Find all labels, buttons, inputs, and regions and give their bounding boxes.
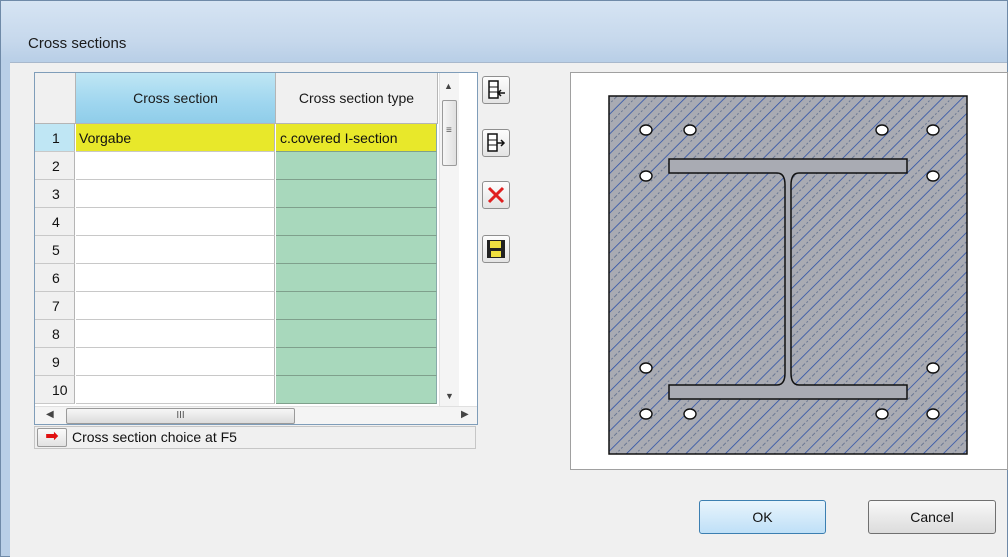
cell-cross-section[interactable] <box>76 180 275 208</box>
delete-button[interactable] <box>482 181 510 209</box>
row-number[interactable]: 6 <box>35 264 75 292</box>
cell-cross-section[interactable] <box>76 348 275 376</box>
cell-cross-section-type[interactable] <box>276 292 437 320</box>
ok-button[interactable]: OK <box>699 500 826 534</box>
cell-cross-section-type[interactable] <box>276 376 437 404</box>
dialog-title: Cross sections <box>28 35 127 52</box>
save-icon <box>487 240 505 258</box>
append-row-button[interactable] <box>482 129 510 157</box>
row-number[interactable]: 8 <box>35 320 75 348</box>
table-row[interactable]: 4 <box>35 208 438 236</box>
delete-icon <box>487 186 505 204</box>
scroll-right-icon[interactable]: ▶ <box>461 409 469 420</box>
table-row[interactable]: 9 <box>35 348 438 376</box>
cell-cross-section[interactable] <box>76 376 275 404</box>
scroll-down-icon[interactable]: ▼ <box>445 391 454 401</box>
cell-cross-section-type[interactable] <box>276 236 437 264</box>
row-number[interactable]: 3 <box>35 180 75 208</box>
row-number[interactable]: 9 <box>35 348 75 376</box>
cell-cross-section-type[interactable]: c.covered I-section <box>276 124 437 152</box>
vertical-scrollbar[interactable]: ▲ ≡ ▼ <box>439 73 459 406</box>
column-header-cross-section[interactable]: Cross section <box>76 73 276 124</box>
table-row[interactable]: 1 Vorgabe c.covered I-section <box>35 124 438 152</box>
cross-section-preview <box>570 72 1008 470</box>
status-text: Cross section choice at F5 <box>72 429 237 445</box>
cancel-button[interactable]: Cancel <box>868 500 996 534</box>
cross-section-drawing <box>608 95 968 455</box>
horizontal-scroll-thumb[interactable]: III <box>66 408 295 424</box>
cell-cross-section[interactable] <box>76 264 275 292</box>
table-row[interactable]: 7 <box>35 292 438 320</box>
table-row[interactable]: 3 <box>35 180 438 208</box>
dialog-client: Cross section Cross section type 1 Vorgab… <box>10 62 1008 557</box>
column-header-cross-section-type[interactable]: Cross section type <box>276 73 438 124</box>
cell-cross-section-type[interactable] <box>276 264 437 292</box>
cell-cross-section-type[interactable] <box>276 152 437 180</box>
cell-cross-section-type[interactable] <box>276 180 437 208</box>
cell-cross-section-type[interactable] <box>276 208 437 236</box>
table-row[interactable]: 10 <box>35 376 438 404</box>
scroll-up-icon[interactable]: ▲ <box>444 81 453 91</box>
cell-cross-section[interactable] <box>76 320 275 348</box>
cell-cross-section[interactable] <box>76 236 275 264</box>
cell-cross-section-type[interactable] <box>276 320 437 348</box>
append-row-icon <box>487 133 506 152</box>
row-number[interactable]: 1 <box>35 124 75 152</box>
cell-cross-section[interactable] <box>76 208 275 236</box>
cell-cross-section[interactable] <box>76 152 275 180</box>
vertical-scroll-thumb[interactable]: ≡ <box>442 100 457 166</box>
cross-sections-dialog: Cross sections Cross section Cross secti… <box>0 0 1008 557</box>
insert-row-icon <box>488 80 505 99</box>
row-number[interactable]: 10 <box>35 376 75 404</box>
arrow-right-icon[interactable]: ➡ <box>37 428 67 447</box>
cross-section-grid: Cross section Cross section type 1 Vorgab… <box>34 72 478 425</box>
row-number[interactable]: 7 <box>35 292 75 320</box>
row-number[interactable]: 5 <box>35 236 75 264</box>
cell-cross-section[interactable] <box>76 292 275 320</box>
insert-row-button[interactable] <box>482 76 510 104</box>
grip-icon: ≡ <box>446 125 452 136</box>
save-button[interactable] <box>482 235 510 263</box>
horizontal-scrollbar[interactable]: ◀ III ▶ <box>35 406 477 424</box>
row-number[interactable]: 2 <box>35 152 75 180</box>
cell-cross-section[interactable]: Vorgabe <box>76 124 275 152</box>
grid-corner-header[interactable] <box>35 73 76 124</box>
status-bar: ➡ Cross section choice at F5 <box>34 426 476 449</box>
table-row[interactable]: 8 <box>35 320 438 348</box>
table-row[interactable]: 5 <box>35 236 438 264</box>
table-row[interactable]: 6 <box>35 264 438 292</box>
table-row[interactable]: 2 <box>35 152 438 180</box>
row-number[interactable]: 4 <box>35 208 75 236</box>
scroll-left-icon[interactable]: ◀ <box>46 409 54 420</box>
cell-cross-section-type[interactable] <box>276 348 437 376</box>
